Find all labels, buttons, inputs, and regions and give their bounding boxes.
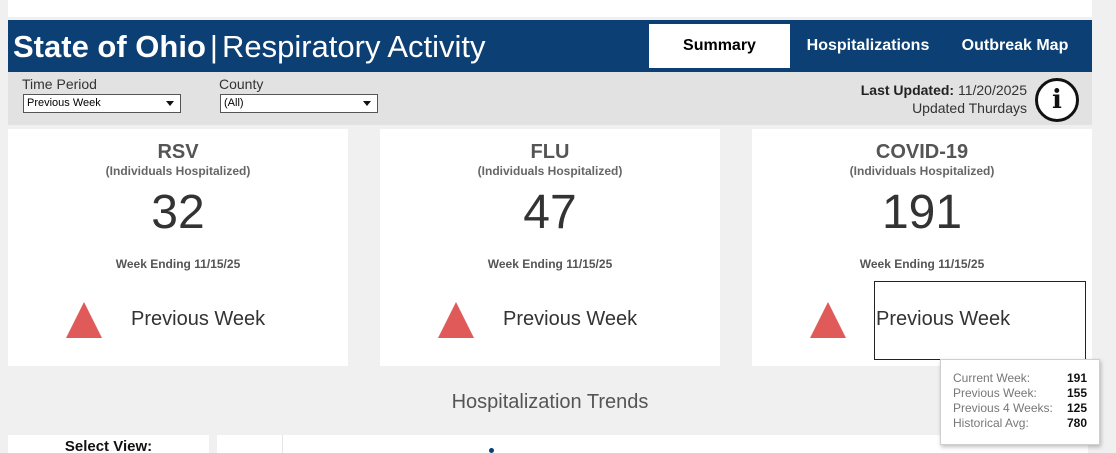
card-title: RSV [157,141,199,163]
last-updated: Last Updated: 11/20/2025 Updated Thurday… [861,81,1027,117]
county-select[interactable]: (All) [220,94,378,113]
info-icon[interactable]: i [1035,78,1079,122]
tooltip-label: Historical Avg: [953,416,1029,430]
up-triangle-icon [438,302,474,338]
card-week-ending: Week Ending 11/15/25 [115,257,241,271]
tooltip-value: 155 [1066,386,1087,400]
covid-card: COVID-19 (Individuals Hospitalized) 191 … [752,129,1092,366]
title-state: State of Ohio [13,29,206,64]
trends-title: Hospitalization Trends [451,391,649,413]
county-value: (All) [224,97,244,109]
top-strip [8,0,1092,17]
card-comparison[interactable]: Previous Week [876,308,1010,331]
tooltip-row: Previous Week: 155 [953,386,1087,401]
select-view-label: Select View: [64,438,153,453]
card-title: COVID-19 [875,141,969,163]
card-comparison[interactable]: Previous Week [131,308,265,331]
card-title: FLU [530,141,570,163]
divider [282,435,283,453]
time-period-label: Time Period [22,76,97,92]
tooltip-label: Previous Week: [953,386,1037,400]
tooltip-row: Current Week: 191 [953,371,1087,386]
tooltip-value: 780 [1066,416,1087,430]
tooltip: Current Week: 191 Previous Week: 155 Pre… [940,359,1100,445]
flu-card: FLU (Individuals Hospitalized) 47 Week E… [380,129,720,366]
tooltip-value: 125 [1066,401,1087,415]
card-week-ending: Week Ending 11/15/25 [859,257,985,271]
chevron-down-icon [363,101,371,106]
card-value: 32 [151,186,205,239]
header-bar: State of Ohio | Respiratory Activity Summa… [8,20,1092,72]
title-separator: | [209,29,218,64]
update-schedule: Updated Thurdays [912,100,1027,116]
select-view-panel: Select View: [8,435,209,453]
card-subtitle: (Individuals Hospitalized) [105,164,251,178]
tab-hospitalizations[interactable]: Hospitalizations [794,24,942,68]
last-updated-value: 11/20/2025 [957,82,1027,98]
last-updated-label: Last Updated: [860,82,955,98]
tooltip-row: Historical Avg: 780 [953,416,1087,431]
tooltip-row: Previous 4 Weeks: 125 [953,401,1087,416]
card-subtitle: (Individuals Hospitalized) [849,164,995,178]
card-value: 47 [523,186,577,239]
card-subtitle: (Individuals Hospitalized) [477,164,623,178]
chart-marker [489,448,494,453]
chevron-down-icon [166,101,174,106]
tooltip-label: Previous 4 Weeks: [953,401,1053,415]
card-value: 191 [881,186,963,239]
card-comparison[interactable]: Previous Week [503,308,637,331]
time-period-value: Previous Week [27,97,101,109]
time-period-select[interactable]: Previous Week [23,94,181,113]
county-label: County [219,76,264,92]
page-title: State of Ohio | Respiratory Activity [13,29,486,65]
tab-summary[interactable]: Summary [649,24,790,68]
tooltip-label: Current Week: [953,371,1031,385]
card-week-ending: Week Ending 11/15/25 [487,257,613,271]
up-triangle-icon [810,302,846,338]
filter-bar: Time Period Previous Week County (All) L… [8,72,1092,125]
rsv-card: RSV (Individuals Hospitalized) 32 Week E… [8,129,348,366]
up-triangle-icon [66,302,102,338]
tab-outbreak-map[interactable]: Outbreak Map [948,24,1082,68]
title-subject: Respiratory Activity [221,29,486,64]
tooltip-value: 191 [1066,371,1087,385]
